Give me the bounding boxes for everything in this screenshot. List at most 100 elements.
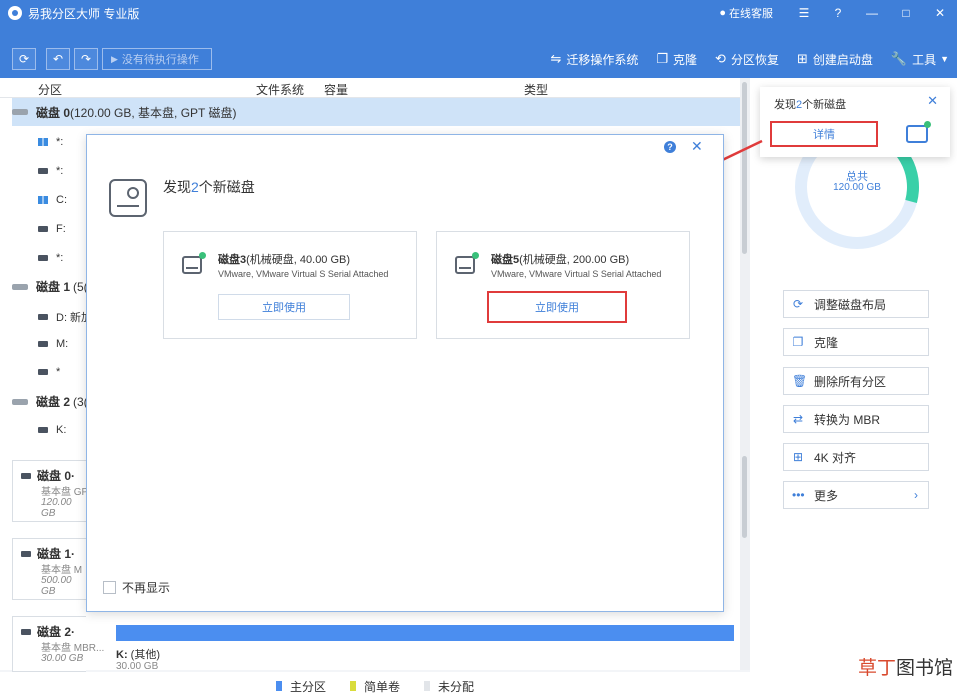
disk-card-size: 500.00 GB [41,575,72,597]
partition-table-header: 分区 文件系统 容量 类型 [0,78,740,98]
migrate-os-button[interactable]: ⇋ 迁移操作系统 [550,51,638,68]
chevron-right-icon: › [914,488,918,502]
column-type[interactable]: 类型 [524,81,548,98]
partition-bar-label: K: (其他) [116,649,160,661]
disk-card-size: 30.00 GB [41,653,84,664]
legend: 主分区 简单卷 未分配 [0,672,750,700]
disk-name: 磁盘 2 [36,395,71,409]
checkbox-box[interactable] [103,581,116,594]
minimize-icon[interactable]: — [855,6,889,20]
notification-close-icon[interactable]: ✕ [927,93,938,109]
column-capacity[interactable]: 容量 [324,81,348,98]
partition-icon [21,628,31,635]
partition-bar[interactable] [116,625,734,641]
hdd-icon [12,398,28,405]
adjust-icon: ⟳ [792,297,804,311]
partition-label: *: [56,136,64,148]
menu-icon[interactable]: ☰ [787,6,821,20]
clone-button[interactable]: ❐ 克隆 [656,51,697,68]
disk-icon [109,179,147,217]
partition-recovery-button[interactable]: ⟲ 分区恢复 [715,51,779,68]
partition-row[interactable]: K: [38,424,66,436]
partition-row[interactable]: C: [38,194,67,206]
tools-menu-button[interactable]: 🔧 工具 ▼ [891,51,949,68]
migrate-icon: ⇋ [550,51,562,66]
maximize-icon[interactable]: □ [889,6,923,20]
partition-label: C: [56,194,67,206]
hdd-icon [455,252,479,274]
more-icon: ••• [792,488,805,502]
dialog-title: 发现2个新磁盘 [163,179,255,195]
disk-row[interactable]: 磁盘 1 (5( [12,278,88,295]
partition-icon [21,550,31,557]
more-button[interactable]: ••• 更多 › [783,481,929,509]
title-bar: 易我分区大师 专业版 ● 在线客服 ☰ ? — □ ✕ [0,0,957,26]
adjust-disk-layout-button[interactable]: ⟳ 调整磁盘布局 [783,290,929,318]
online-support-label: 在线客服 [729,8,773,20]
clone-icon: ❐ [656,51,669,66]
redo-button[interactable]: ↷ [74,48,98,70]
clone-icon: ❐ [792,335,804,349]
partition-recovery-label: 分区恢复 [730,52,779,67]
column-filesystem[interactable]: 文件系统 [256,81,304,98]
clone-label: 克隆 [673,52,698,67]
partition-label: K: [56,424,67,436]
scroll-thumb[interactable] [742,456,747,538]
clone-disk-button[interactable]: ❐ 克隆 [783,328,929,356]
undo-button[interactable]: ↶ [46,48,70,70]
tools-label: 工具 [912,52,937,67]
chevron-down-icon: ▼ [940,54,949,64]
disk-map-card[interactable]: 磁盘 2· 基本盘 MBR... 30.00 GB [12,616,104,672]
notification-title: 发现2个新磁盘 [774,99,847,111]
partition-row[interactable]: *: [38,252,63,264]
disk-name: 磁盘 0 [36,105,71,120]
disk-card-vendor: VMware, VMware Virtual S Serial Attached [491,269,662,279]
disk-row[interactable]: 磁盘 2 (3( [12,393,88,410]
column-partition[interactable]: 分区 [38,81,62,98]
disk-card-size: 120.00 GB [41,497,72,519]
close-icon[interactable]: ✕ [691,138,703,155]
new-disk-card: 磁盘5(机械硬盘, 200.00 GB) VMware, VMware Virt… [436,231,690,339]
use-now-button[interactable]: 立即使用 [487,291,627,323]
close-icon[interactable]: ✕ [923,6,957,20]
legend-swatch [349,681,356,691]
help-icon[interactable]: ? [664,141,676,153]
pending-operations-button[interactable]: ▶ 没有待执行操作 [102,48,212,70]
refresh-button[interactable]: ⟳ [12,48,36,70]
legend-item: 未分配 [424,678,474,695]
partition-row[interactable]: F: [38,223,66,235]
partition-row[interactable]: *: [38,136,63,148]
convert-to-mbr-button[interactable]: ⇄ 转换为 MBR [783,405,929,433]
window-controls: ● 在线客服 ☰ ? — □ ✕ [719,0,957,26]
disk-card-type: 基本盘 MBR... [41,643,105,654]
disk-map-card[interactable]: 磁盘 0· 基本盘 GP 120.00 GB [12,460,88,522]
create-bootable-button[interactable]: ⊞ 创建启动盘 [797,51,873,68]
new-disk-card: 磁盘3(机械硬盘, 40.00 GB) VMware, VMware Virtu… [163,231,417,339]
help-icon[interactable]: ? [821,6,855,20]
support-icon: ● [719,7,726,19]
partition-icon [38,168,48,174]
dont-show-again-checkbox[interactable]: 不再显示 [103,579,170,596]
legend-item: 简单卷 [349,678,400,695]
partition-label: * [56,366,61,378]
disk-card-vendor: VMware, VMware Virtual S Serial Attached [218,269,389,279]
partition-icon [38,226,48,232]
details-button[interactable]: 详情 [770,121,878,147]
app-logo-icon [8,6,22,20]
online-support-link[interactable]: ● 在线客服 [719,5,773,21]
partition-row[interactable]: D: 新加 [38,309,92,325]
hdd-icon [12,109,28,115]
hdd-icon [12,283,28,290]
4k-align-button[interactable]: ⊞ 4K 对齐 [783,443,929,471]
partition-icon [38,369,48,375]
disk-card-name: 磁盘3(机械硬盘, 40.00 GB) [218,254,351,266]
app-title: 易我分区大师 专业版 [28,6,140,21]
partition-row[interactable]: M: [38,338,68,350]
partition-row[interactable]: *: [38,165,63,177]
delete-all-partitions-button[interactable]: 🗑 删除所有分区 [783,367,929,395]
use-now-button[interactable]: 立即使用 [218,294,350,320]
disk-row-selected[interactable]: 磁盘 0 (120.00 GB, 基本盘, GPT 磁盘) [12,98,740,126]
partition-row[interactable]: * [38,366,60,378]
disk-map-card[interactable]: 磁盘 1· 基本盘 M 500.00 GB [12,538,86,600]
convert-icon: ⇄ [792,412,804,426]
